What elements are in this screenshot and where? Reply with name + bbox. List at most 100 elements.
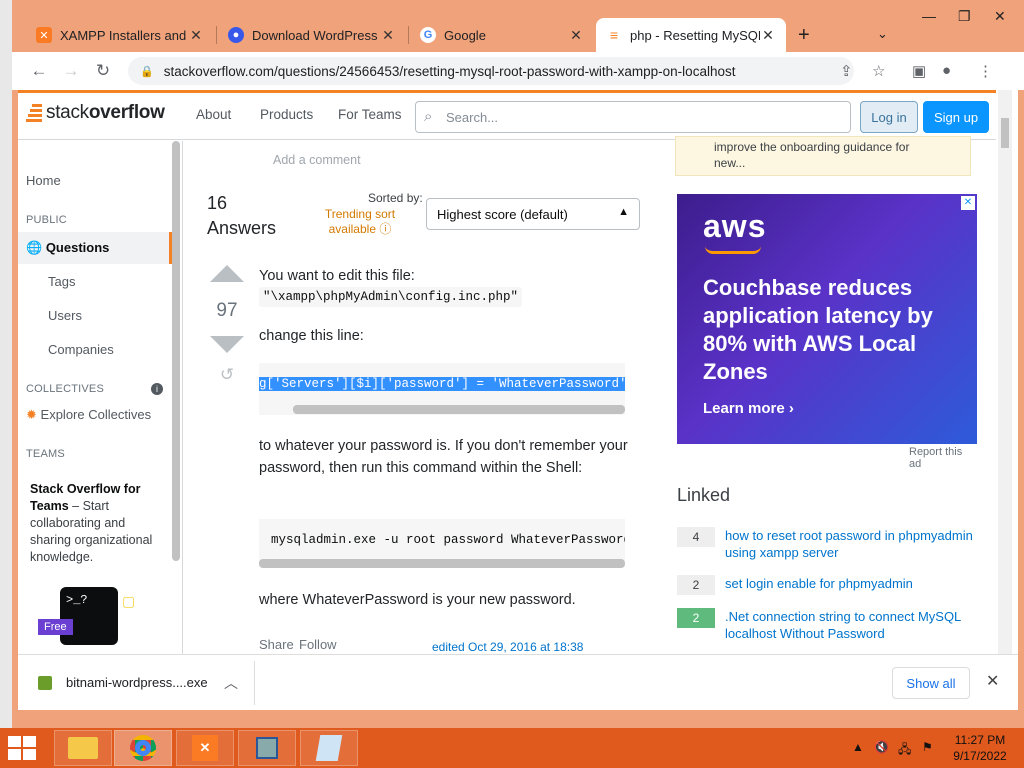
minimize-icon[interactable]: — <box>922 8 936 24</box>
follow-link[interactable]: Follow <box>299 637 337 652</box>
address-bar[interactable]: 🔒 stackoverflow.com/questions/24566453/r… <box>128 57 854 85</box>
close-icon[interactable]: ✕ <box>986 671 999 691</box>
sidebar-item-users[interactable]: Users <box>48 308 82 323</box>
globe-icon: 🌐 <box>26 240 43 255</box>
forward-icon[interactable]: → <box>58 58 84 84</box>
sidebar-item-tags[interactable]: Tags <box>48 274 75 289</box>
linked-question[interactable]: how to reset root password in phpmyadmin… <box>725 527 975 561</box>
show-all-button[interactable]: Show all <box>892 667 970 699</box>
profile-avatar-icon[interactable]: ● <box>942 62 951 79</box>
download-item[interactable]: bitnami-wordpress....exe <box>38 675 208 690</box>
history-icon[interactable]: ↺ <box>207 365 247 385</box>
so-logo[interactable]: stackoverflow <box>26 102 165 124</box>
answers-main: Add a comment 16 Answers Sorted by: Trend… <box>193 141 663 654</box>
sidebar-item-explore-collectives[interactable]: ✹ Explore Collectives <box>26 407 151 423</box>
close-icon[interactable]: ✕ <box>568 27 584 44</box>
answers-count: 16 Answers <box>207 193 277 238</box>
desktop-background <box>0 0 12 728</box>
close-icon[interactable]: ✕ <box>760 27 776 44</box>
search-input[interactable]: ⌕ Search... <box>415 101 851 133</box>
bookmark-star-icon[interactable]: ☆ <box>872 62 885 80</box>
advertisement[interactable]: aws Couchbase reduces application latenc… <box>677 194 977 444</box>
close-icon[interactable]: ✕ <box>188 27 204 44</box>
close-icon[interactable]: ✕ <box>380 27 396 44</box>
teams-terminal-icon: >_? <box>60 587 118 645</box>
app-taskbar-icon[interactable] <box>238 730 296 766</box>
linked-score: 2 <box>677 575 715 595</box>
tab-wordpress[interactable]: ● Download WordPress p ✕ <box>218 18 406 52</box>
inline-code: "\xampp\phpMyAdmin\config.inc.php" <box>259 287 523 307</box>
sidebar-scrollbar[interactable] <box>172 141 180 561</box>
aws-smile-icon <box>705 246 761 254</box>
back-icon[interactable]: ← <box>26 58 52 84</box>
installer-file-icon <box>38 675 52 690</box>
windows-taskbar: ✕ ▲ 🔇 🖧 ⚑ 11:27 PM 9/17/2022 <box>0 728 1024 768</box>
xampp-taskbar-icon[interactable]: ✕ <box>176 730 234 766</box>
left-sidebar: Home PUBLIC 🌐 Questions Tags Users Compa… <box>18 141 183 654</box>
scrollbar-thumb[interactable] <box>1001 118 1009 148</box>
add-comment-link[interactable]: Add a comment <box>273 153 361 167</box>
system-clock[interactable]: 11:27 PM 9/17/2022 <box>942 732 1018 764</box>
right-sidebar: improve the onboarding guidance for new.… <box>673 136 977 654</box>
login-button[interactable]: Log in <box>860 101 918 133</box>
page-scrollbar[interactable] <box>998 90 1012 654</box>
tab-stackoverflow[interactable]: ≡ php - Resetting MySQL ✕ <box>596 18 786 52</box>
tray-expand-icon[interactable]: ▲ <box>852 740 864 754</box>
network-icon[interactable]: 🖧 <box>898 740 911 761</box>
code-scrollbar[interactable] <box>259 559 625 568</box>
answer-text: where WhateverPassword is your new passw… <box>259 592 576 608</box>
chevron-up-icon[interactable]: ︿ <box>224 673 238 693</box>
share-link[interactable]: Share <box>259 637 294 652</box>
reload-icon[interactable]: ↻ <box>90 58 116 84</box>
meta-notice[interactable]: improve the onboarding guidance for new.… <box>675 136 971 176</box>
notepad-icon[interactable] <box>300 730 358 766</box>
volume-muted-icon[interactable]: 🔇 <box>874 740 889 754</box>
download-bar: bitnami-wordpress....exe ︿ Show all ✕ <box>18 654 1018 710</box>
sidebar-item-questions[interactable]: 🌐 Questions <box>26 240 109 256</box>
linked-score: 4 <box>677 527 715 547</box>
edited-link[interactable]: edited Oct 29, 2016 at 18:38 <box>432 640 583 654</box>
notification-icon[interactable]: ⚑ <box>922 740 933 754</box>
web-page: stackoverflow About Products For Teams ⌕… <box>18 90 1018 654</box>
maximize-icon[interactable]: ❐ <box>958 8 971 25</box>
sidebar-heading-teams: TEAMS <box>26 448 65 460</box>
sidebar-item-home[interactable]: Home <box>26 173 61 188</box>
signup-button[interactable]: Sign up <box>923 101 989 133</box>
side-panel-icon[interactable]: ▣ <box>912 62 926 80</box>
code-scrollbar[interactable] <box>293 405 625 414</box>
so-logo-icon <box>26 104 42 122</box>
tab-search-chevron-icon[interactable]: ⌄ <box>877 26 888 42</box>
select-arrows-icon: ▲ <box>618 206 629 218</box>
report-ad-link[interactable]: Report this ad <box>909 446 973 470</box>
linked-question[interactable]: set login enable for phpmyadmin <box>725 575 975 592</box>
upvote-icon[interactable] <box>210 265 244 282</box>
nav-about[interactable]: About <box>196 107 231 122</box>
tab-xampp[interactable]: ✕ XAMPP Installers and D ✕ <box>26 18 214 52</box>
menu-kebab-icon[interactable]: ⋮ <box>978 62 993 80</box>
nav-products[interactable]: Products <box>260 107 313 122</box>
nav-for-teams[interactable]: For Teams <box>338 107 402 122</box>
chrome-icon[interactable] <box>114 730 172 766</box>
share-icon[interactable]: ⇪ <box>840 62 853 80</box>
downvote-icon[interactable] <box>210 336 244 353</box>
aws-logo: aws <box>703 208 767 244</box>
new-tab-icon[interactable]: + <box>798 24 810 47</box>
sidebar-heading-collectives: COLLECTIVES <box>26 383 105 395</box>
info-icon[interactable]: i <box>151 383 163 395</box>
ad-learn-more[interactable]: Learn more › <box>703 400 794 417</box>
sort-select[interactable]: Highest score (default) ▲ <box>426 198 640 230</box>
lock-icon: 🔒 <box>140 65 154 78</box>
divider <box>254 661 255 705</box>
selected-code[interactable]: g['Servers'][$i]['password'] = 'Whatever… <box>259 377 625 391</box>
ad-close-icon[interactable]: ✕ <box>961 196 975 210</box>
teams-promo: Stack Overflow for Teams – Start collabo… <box>30 482 153 564</box>
sidebar-item-companies[interactable]: Companies <box>48 342 114 357</box>
linked-heading: Linked <box>677 485 731 505</box>
close-window-icon[interactable]: ✕ <box>994 8 1006 25</box>
tab-google[interactable]: G Google ✕ <box>410 18 594 52</box>
linked-question[interactable]: .Net connection string to connect MySQL … <box>725 608 975 642</box>
trending-sort-notice[interactable]: Trending sort available ⓘ <box>318 207 402 237</box>
windows-start-icon[interactable] <box>8 736 38 760</box>
file-explorer-icon[interactable] <box>54 730 112 766</box>
tab-separator <box>216 26 217 44</box>
